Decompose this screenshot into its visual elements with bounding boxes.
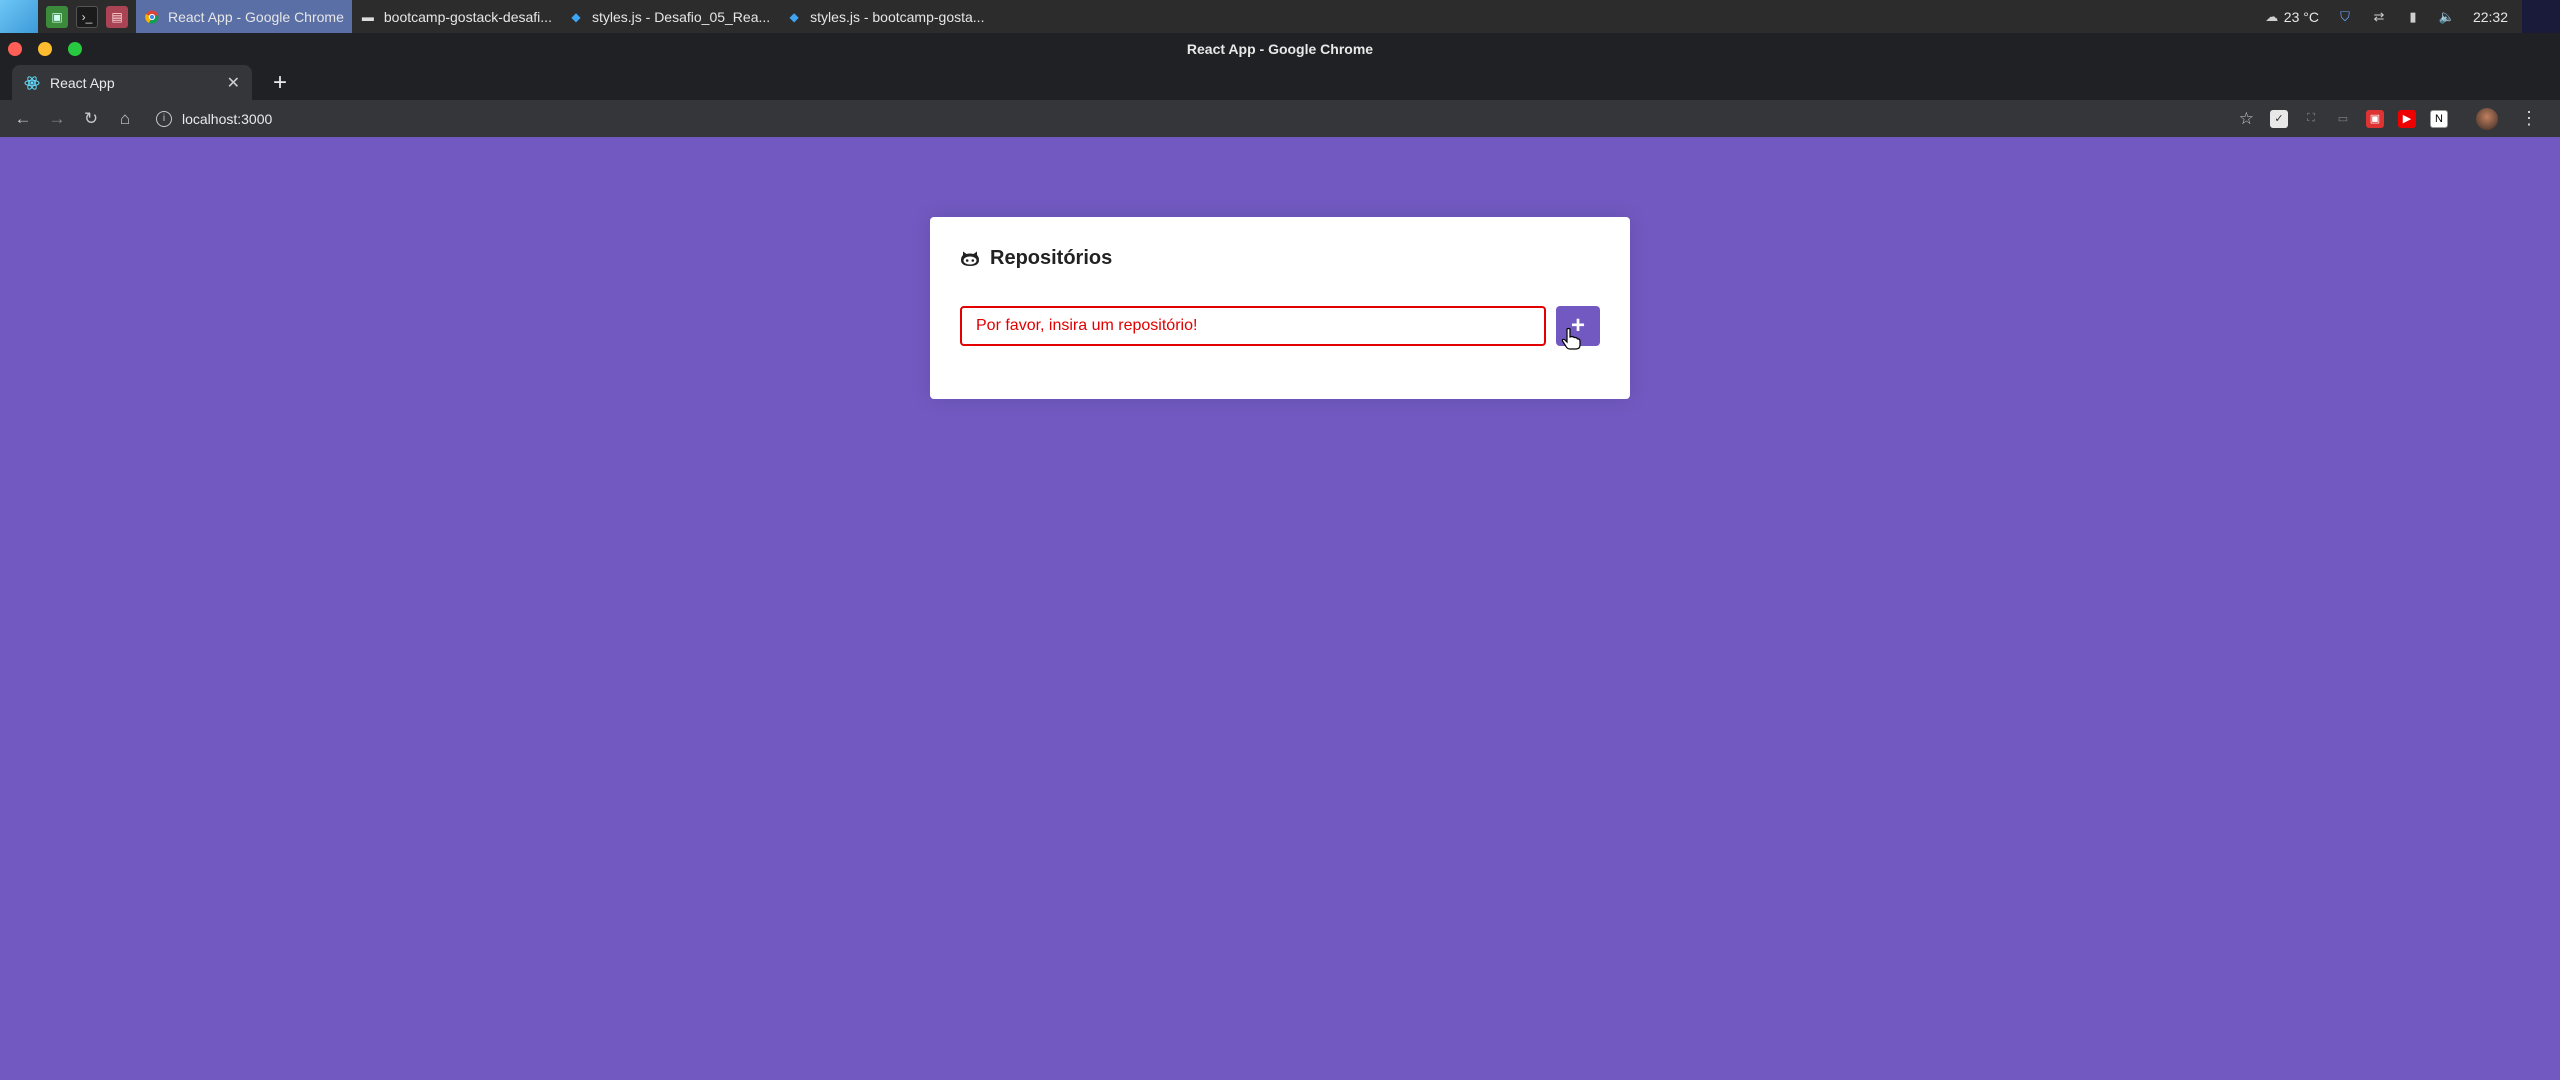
vscode-icon: ◆: [789, 9, 799, 24]
close-tab-icon[interactable]: ✕: [227, 73, 240, 93]
github-icon: [960, 249, 980, 269]
extension-window-icon[interactable]: ▣: [2366, 109, 2384, 128]
repository-input[interactable]: Por favor, insira um repositório!: [960, 306, 1546, 346]
hand-cursor-icon: [1560, 327, 1582, 351]
taskbar-task-chrome[interactable]: React App - Google Chrome: [136, 0, 352, 33]
address-bar[interactable]: i localhost:3000 ☆: [150, 105, 2270, 133]
minimize-window-button[interactable]: [38, 42, 52, 56]
taskbar-task-label: styles.js - Desafio_05_Rea...: [591, 8, 771, 25]
terminal-launcher-icon[interactable]: ▣: [46, 5, 68, 28]
extension-recorder-icon[interactable]: ▭: [2334, 110, 2352, 128]
bookmark-star-icon[interactable]: ☆: [2239, 109, 2270, 129]
taskbar-task-label: bootcamp-gostack-desafi...: [383, 8, 552, 25]
taskbar-task-label: styles.js - bootcamp-gosta...: [810, 8, 985, 25]
taskbar-task-vscode-2[interactable]: ◆ styles.js - bootcamp-gosta...: [778, 0, 992, 33]
home-button[interactable]: ⌂: [114, 108, 136, 130]
extensions-area: ✓ ⛶ ▭ ▣ ▶ N ⋮: [2270, 107, 2558, 130]
window-titlebar: React App - Google Chrome: [0, 33, 2560, 65]
tab-title: React App: [50, 74, 115, 91]
page-title: Repositórios: [960, 247, 1600, 270]
vscode-icon: ◆: [571, 9, 581, 24]
extension-fullscreen-icon[interactable]: ⛶: [2302, 110, 2320, 128]
sync-icon[interactable]: ⇄: [2371, 9, 2387, 25]
weather-indicator[interactable]: ☁ 23 °C: [2264, 9, 2319, 25]
site-info-icon[interactable]: i: [156, 110, 172, 127]
maximize-window-button[interactable]: [68, 42, 82, 56]
chrome-icon: [144, 9, 160, 25]
power-icon[interactable]: ▮: [2405, 9, 2421, 25]
forward-button[interactable]: →: [46, 108, 68, 130]
add-repository-form: Por favor, insira um repositório! +: [960, 306, 1600, 346]
new-tab-button[interactable]: +: [266, 69, 294, 97]
reload-button[interactable]: ↻: [80, 108, 102, 130]
extension-youtube-icon[interactable]: ▶: [2398, 109, 2416, 128]
taskbar-task-vscode-1[interactable]: ◆ styles.js - Desafio_05_Rea...: [560, 0, 778, 33]
close-window-button[interactable]: [8, 42, 22, 56]
profile-avatar[interactable]: [2476, 107, 2498, 130]
window-controls: [8, 42, 82, 56]
volume-icon[interactable]: 🔈: [2439, 9, 2455, 25]
back-button[interactable]: ←: [12, 108, 34, 130]
show-desktop-button[interactable]: [2522, 0, 2560, 33]
files-launcher-icon[interactable]: ▤: [106, 5, 128, 28]
url-text: localhost:3000: [182, 110, 273, 127]
app-menu-button[interactable]: [0, 0, 38, 33]
folder-icon: ▬: [361, 9, 374, 24]
extension-checklist-icon[interactable]: ✓: [2270, 109, 2288, 128]
browser-toolbar: ← → ↻ ⌂ i localhost:3000 ☆ ✓ ⛶ ▭ ▣ ▶ N ⋮: [0, 100, 2560, 137]
system-tray: ☁ 23 °C ⛉ ⇄ ▮ 🔈 22:32: [2264, 9, 2522, 25]
tab-strip: React App ✕ +: [0, 65, 2560, 100]
os-taskbar: ▣ ›_ ▤ React App - Google Chrome ▬ bootc…: [0, 0, 2560, 33]
weather-icon: ☁: [2265, 8, 2279, 24]
page-title-text: Repositórios: [990, 247, 1113, 269]
clock[interactable]: 22:32: [2473, 9, 2508, 25]
weather-temperature: 23 °C: [2283, 8, 2319, 25]
console-launcher-icon[interactable]: ›_: [76, 5, 98, 28]
shield-icon[interactable]: ⛉: [2337, 9, 2353, 25]
browser-menu-icon[interactable]: ⋮: [2512, 108, 2546, 129]
taskbar-task-label: React App - Google Chrome: [168, 8, 344, 25]
taskbar-task-folder[interactable]: ▬ bootcamp-gostack-desafi...: [352, 0, 560, 33]
tab-react-app[interactable]: React App ✕: [12, 65, 252, 100]
window-title: React App - Google Chrome: [1186, 41, 1374, 57]
react-favicon-icon: [24, 75, 40, 91]
extension-notion-icon[interactable]: N: [2430, 109, 2448, 128]
repository-card: Repositórios Por favor, insira um reposi…: [930, 217, 1630, 399]
